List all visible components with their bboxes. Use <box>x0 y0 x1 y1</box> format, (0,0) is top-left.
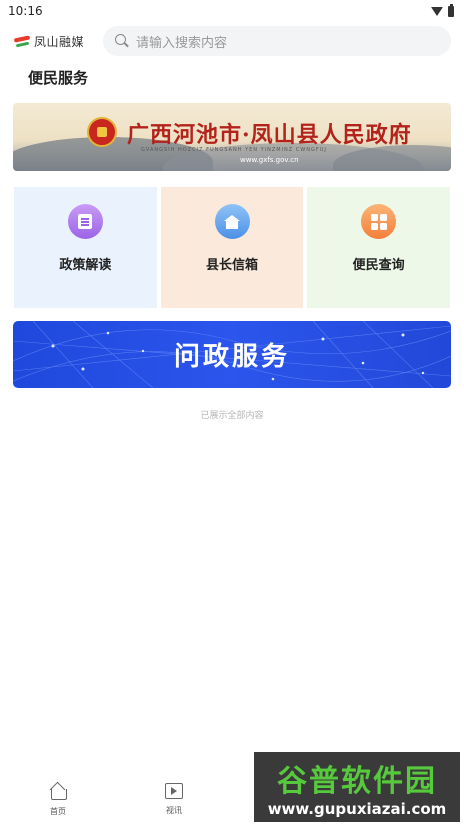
wifi-icon <box>431 6 443 16</box>
banner-subtitle: GVANGSIH HOZCIZ FUNGSANH YEN YINZMINZ CW… <box>141 147 327 153</box>
service-banner-title: 问政服务 <box>173 342 290 372</box>
nav-item-home[interactable]: 首页 <box>0 775 116 826</box>
watermark: 谷普软件园 www.gupuxiazai.com <box>254 752 460 822</box>
service-cards: 政策解读 县长信箱 便民查询 <box>14 187 451 308</box>
document-icon <box>67 204 103 239</box>
app-logo[interactable]: 凤山融媒 <box>13 33 85 50</box>
section-title: 便民服务 <box>28 69 89 87</box>
search-placeholder: 请输入搜索内容 <box>136 35 228 51</box>
banner-url: www.gxfs.gov.cn <box>240 156 299 164</box>
search-icon <box>115 34 129 48</box>
nav-item-video[interactable]: 视讯 <box>116 775 232 826</box>
nav-label: 视讯 <box>166 806 182 815</box>
status-time: 10:16 <box>8 4 43 18</box>
card-policy-interpretation[interactable]: 政策解读 <box>14 187 157 308</box>
card-label: 政策解读 <box>59 258 112 273</box>
battery-icon <box>448 3 454 17</box>
watermark-url: www.gupuxiazai.com <box>267 800 447 818</box>
card-label: 县长信箱 <box>206 258 259 273</box>
mailbox-icon <box>214 204 250 239</box>
home-icon <box>49 783 67 800</box>
watermark-title: 谷普软件园 <box>277 764 437 799</box>
app-header: 凤山融媒 请输入搜索内容 <box>0 24 464 58</box>
status-bar: 10:16 <box>0 0 464 22</box>
government-banner[interactable]: 广西河池市·凤山县人民政府 GVANGSIH HOZCIZ FUNGSANH Y… <box>13 103 451 171</box>
status-icons <box>431 3 454 17</box>
end-of-content-text: 已展示全部内容 <box>200 411 264 421</box>
grid-icon <box>361 204 397 239</box>
logo-text: 凤山融媒 <box>34 35 85 49</box>
logo-mark-icon <box>13 34 31 48</box>
video-icon <box>165 783 183 799</box>
search-input[interactable]: 请输入搜索内容 <box>103 26 451 56</box>
card-county-mailbox[interactable]: 县长信箱 <box>160 187 304 308</box>
national-emblem-icon <box>87 117 117 147</box>
inquiry-service-banner[interactable]: 问政服务 <box>13 321 451 388</box>
banner-title: 广西河池市·凤山县人民政府 <box>127 122 412 148</box>
card-label: 便民查询 <box>352 258 405 273</box>
nav-label: 首页 <box>50 807 66 816</box>
card-public-query[interactable]: 便民查询 <box>307 187 451 308</box>
